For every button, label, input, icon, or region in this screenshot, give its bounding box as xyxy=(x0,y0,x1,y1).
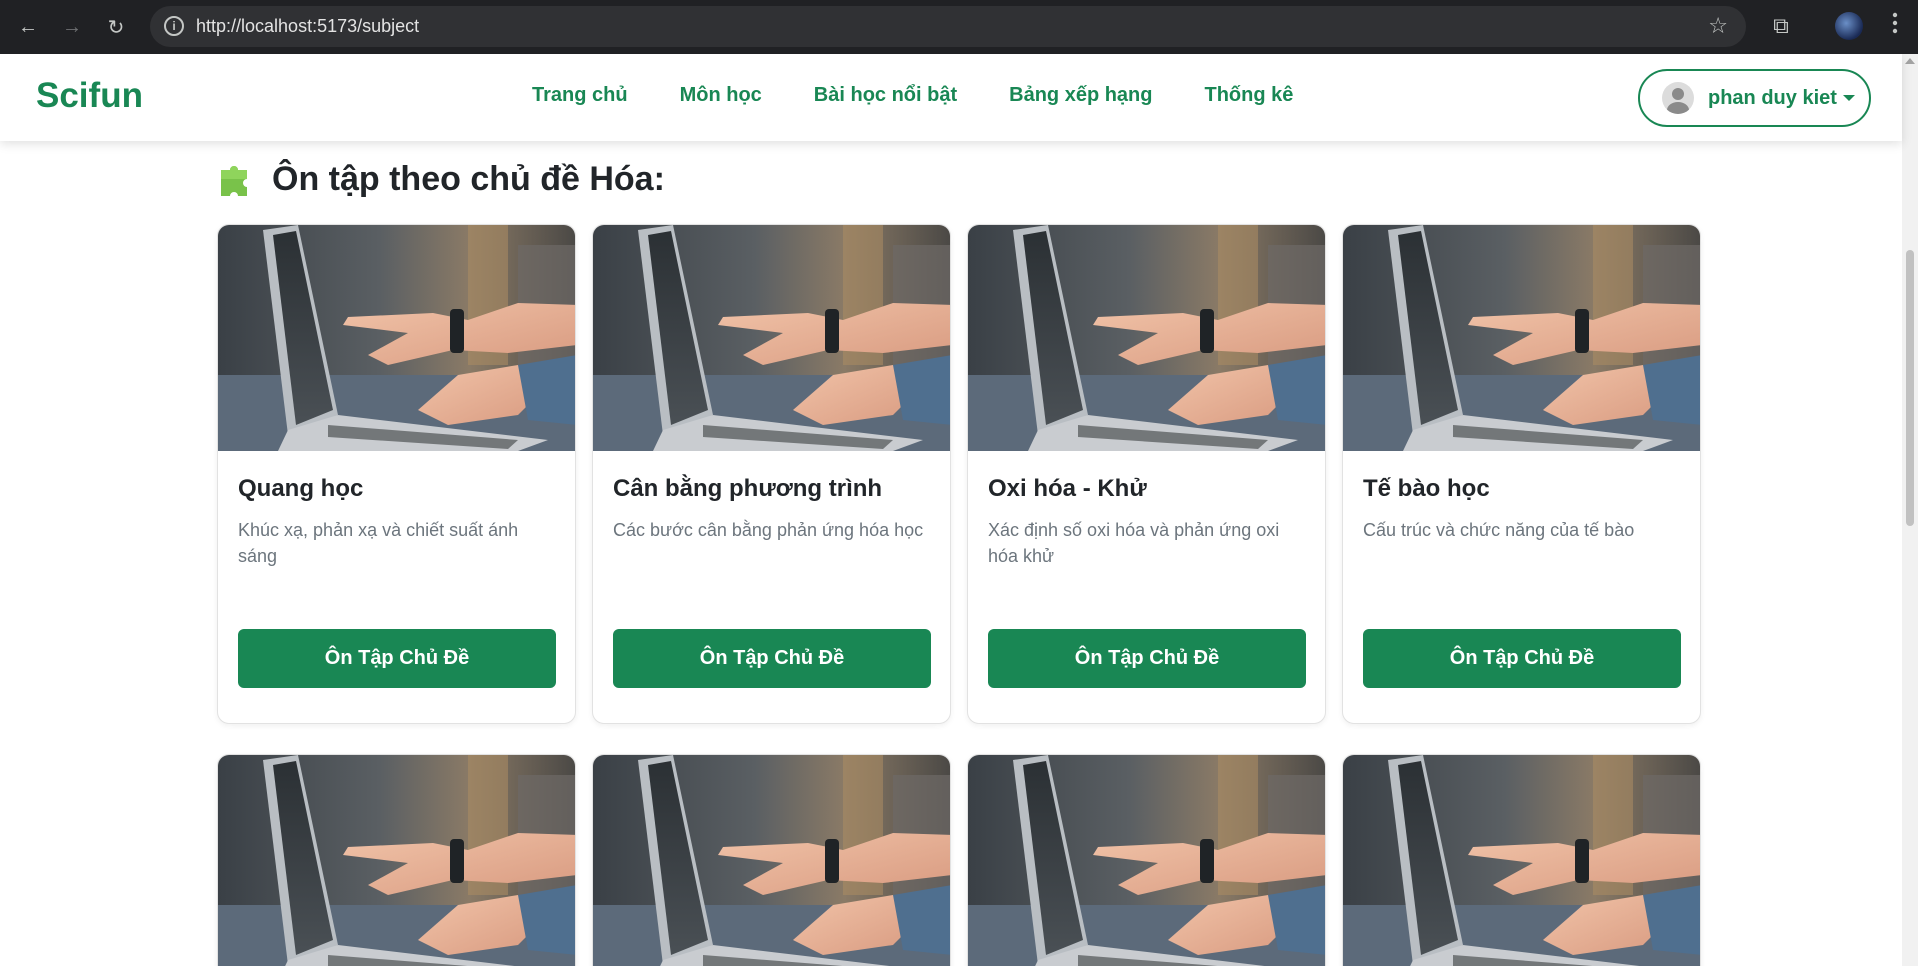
address-bar[interactable]: i http://localhost:5173/subject ☆ xyxy=(150,6,1746,47)
card-image xyxy=(593,225,950,451)
section-title: Ôn tập theo chủ đề Hóa: xyxy=(272,160,665,198)
user-menu-button[interactable]: phan duy kiet xyxy=(1638,69,1871,127)
browser-toolbar: ← → ↻ i http://localhost:5173/subject ☆ … xyxy=(0,0,1918,54)
page-viewport: Scifun Trang chủ Môn học Bài học nổi bật… xyxy=(0,54,1918,966)
review-topic-button[interactable]: Ôn Tập Chủ Đề xyxy=(1363,629,1681,688)
card-image xyxy=(593,755,950,966)
card-description: Các bước cân bằng phản ứng hóa học xyxy=(613,520,924,540)
card-title: Cân bằng phương trình xyxy=(613,475,883,502)
topic-card xyxy=(217,754,576,966)
card-title: Quang học xyxy=(238,475,364,502)
nav-link-home[interactable]: Trang chủ xyxy=(532,84,628,107)
scroll-up-arrow-icon[interactable] xyxy=(1905,58,1915,64)
nav-link-statistics[interactable]: Thống kê xyxy=(1205,84,1294,107)
card-description: Xác định số oxi hóa và phản ứng oxi hóa … xyxy=(988,520,1280,566)
section-heading: Ôn tập theo chủ đề Hóa: xyxy=(218,160,665,199)
bookmark-star-icon[interactable]: ☆ xyxy=(1708,13,1728,39)
topic-card: Quang học Khúc xạ, phản xạ và chiết suất… xyxy=(217,224,576,724)
topic-card xyxy=(967,754,1326,966)
review-topic-button[interactable]: Ôn Tập Chủ Đề xyxy=(238,629,556,688)
card-image xyxy=(1343,225,1700,451)
url-text[interactable]: http://localhost:5173/subject xyxy=(196,16,419,37)
review-topic-button[interactable]: Ôn Tập Chủ Đề xyxy=(613,629,931,688)
puzzle-piece-icon xyxy=(218,162,254,198)
card-image xyxy=(1343,755,1700,966)
back-icon[interactable]: ← xyxy=(12,11,44,43)
topic-card: Tế bào học Cấu trúc và chức năng của tế … xyxy=(1342,224,1701,724)
card-image xyxy=(218,755,575,966)
topic-card: Cân bằng phương trình Các bước cân bằng … xyxy=(592,224,951,724)
user-name: phan duy kiet xyxy=(1708,86,1837,109)
browser-menu-icon[interactable] xyxy=(1880,12,1910,42)
browser-profile-icon[interactable] xyxy=(1835,12,1863,40)
card-title: Tế bào học xyxy=(1363,475,1490,502)
review-topic-button[interactable]: Ôn Tập Chủ Đề xyxy=(988,629,1306,688)
card-image xyxy=(218,225,575,451)
reload-icon[interactable]: ↻ xyxy=(100,11,132,43)
card-image xyxy=(968,755,1325,966)
site-info-icon[interactable]: i xyxy=(164,16,184,36)
topic-card: Oxi hóa - Khử Xác định số oxi hóa và phả… xyxy=(967,224,1326,724)
avatar xyxy=(1662,82,1694,114)
brand-logo[interactable]: Scifun xyxy=(36,76,143,116)
extensions-icon[interactable]: ⧉ xyxy=(1766,11,1796,41)
nav-links: Trang chủ Môn học Bài học nổi bật Bảng x… xyxy=(532,84,1293,107)
topic-card xyxy=(1342,754,1701,966)
site-navbar: Scifun Trang chủ Môn học Bài học nổi bật… xyxy=(0,54,1902,141)
nav-link-featured-lessons[interactable]: Bài học nổi bật xyxy=(814,84,957,107)
card-title: Oxi hóa - Khử xyxy=(988,475,1147,502)
card-description: Cấu trúc và chức năng của tế bào xyxy=(1363,520,1635,540)
forward-icon[interactable]: → xyxy=(56,11,88,43)
nav-link-subjects[interactable]: Môn học xyxy=(680,84,762,107)
chevron-down-icon xyxy=(1842,95,1855,101)
card-image xyxy=(968,225,1325,451)
card-description: Khúc xạ, phản xạ và chiết suất ánh sáng xyxy=(238,520,519,566)
page-scrollbar[interactable] xyxy=(1902,54,1918,966)
nav-link-leaderboard[interactable]: Bảng xếp hạng xyxy=(1009,84,1152,107)
topic-card xyxy=(592,754,951,966)
scrollbar-thumb[interactable] xyxy=(1906,250,1914,526)
